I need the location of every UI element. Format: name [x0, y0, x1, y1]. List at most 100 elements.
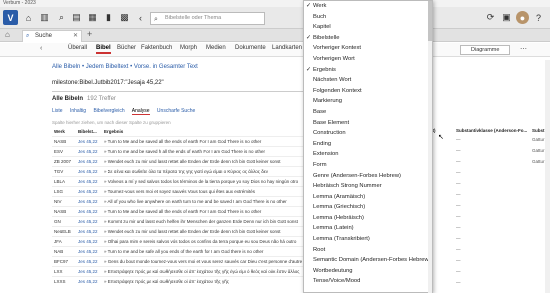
back-icon[interactable]: ‹: [134, 11, 147, 24]
sync-icon[interactable]: ⟳: [484, 11, 497, 24]
column-header-reference[interactable]: Bibelst...: [76, 128, 102, 136]
app-logo-icon[interactable]: V: [3, 10, 18, 25]
menu-item[interactable]: Vorheriger Kontext: [304, 43, 432, 54]
cell-reference[interactable]: Jes 45,22: [76, 275, 102, 286]
menu-scroll-thumb[interactable]: [428, 1, 432, 41]
category-documents[interactable]: Dokumente: [235, 45, 266, 51]
table-row[interactable]: ESV Jes 45,22» Turn to me and be saved h …: [52, 145, 322, 156]
menu-item[interactable]: Hebräisch Strong Nummer: [304, 181, 432, 192]
diagrams-button[interactable]: Diagramme: [460, 45, 510, 55]
cell-reference[interactable]: Jes 45,22: [76, 155, 102, 166]
menu-item[interactable]: Genre (Andersen-Forbes Hebrew): [304, 171, 432, 182]
view-tab-inline[interactable]: Inhaltig: [70, 108, 86, 114]
column-header-noun-class[interactable]: Substantivklasse (Anderson-Fo...: [456, 128, 527, 133]
cell-reference[interactable]: Jes 45,22: [76, 195, 102, 206]
table-row[interactable]: NASB Jes 45,22» Turn to Me and be saved a…: [52, 135, 322, 146]
menu-item[interactable]: Nächsten Wort: [304, 75, 432, 86]
column-header-result[interactable]: Ergebnis: [102, 128, 322, 136]
menu-item[interactable]: ✓ Bibelstelle: [304, 33, 432, 44]
table-row[interactable]: LXX Jes 45,22» Επιστράφητε πρός με καὶ σω…: [52, 265, 322, 276]
cell-work[interactable]: NASB: [52, 135, 76, 146]
table-row[interactable]: ZB 2007 Jes 45,22» Wendet euch zu mir und…: [52, 155, 322, 166]
guides-icon[interactable]: ▤: [70, 11, 83, 24]
view-tab-analysis[interactable]: Analyse: [131, 108, 150, 115]
tools-icon[interactable]: ▩: [118, 11, 131, 24]
home-icon[interactable]: ⌂: [22, 11, 35, 24]
menu-item[interactable]: Markierung: [304, 96, 432, 107]
menu-item[interactable]: Form: [304, 160, 432, 171]
menu-item[interactable]: Lemma (Latein): [304, 223, 432, 234]
table-row[interactable]: NeüELB Jes 45,22» Wendet euch zu mir und …: [52, 225, 322, 236]
category-media[interactable]: Medien: [206, 45, 226, 51]
cell-reference[interactable]: Jes 45,22: [76, 265, 102, 276]
cell-reference[interactable]: Jes 45,22: [76, 215, 102, 226]
cell-work[interactable]: ZB 2007: [52, 155, 76, 166]
menu-item[interactable]: Base Element: [304, 118, 432, 129]
table-row[interactable]: NAB Jes 45,22» Turn to me and be safe all…: [52, 245, 322, 256]
search-scope-breadcrumb[interactable]: Alle Bibeln • Jedem Bibeltext • Vorse. i…: [52, 64, 198, 70]
menu-item[interactable]: Lemma (Transkribiert): [304, 234, 432, 245]
cell-work[interactable]: LBLA: [52, 175, 76, 186]
cell-reference[interactable]: Jes 45,22: [76, 135, 102, 146]
cell-work[interactable]: LSG: [52, 185, 76, 196]
results-scrollbar[interactable]: [545, 60, 550, 293]
category-books[interactable]: Bücher: [117, 45, 136, 51]
cell-reference[interactable]: Jes 45,22: [76, 225, 102, 236]
tab-close-icon[interactable]: ✕: [73, 31, 78, 42]
table-row[interactable]: GN Jes 45,22» Kommt zu mir und lasst euch…: [52, 215, 322, 226]
cell-work[interactable]: NAB: [52, 245, 76, 256]
menu-item[interactable]: Construction: [304, 128, 432, 139]
cell-reference[interactable]: Jes 45,22: [76, 235, 102, 246]
menu-item[interactable]: Lemma (Hebräisch): [304, 213, 432, 224]
column-header-subst[interactable]: Subst: [532, 128, 545, 133]
menu-item[interactable]: Folgenden Kontext: [304, 86, 432, 97]
tab-search[interactable]: ⌕ Suche ✕: [22, 30, 82, 42]
add-tab-icon[interactable]: +: [87, 29, 92, 39]
help-icon[interactable]: ?: [532, 11, 545, 24]
cell-work[interactable]: NASB: [52, 205, 76, 216]
table-row[interactable]: LBLA Jes 45,22» Volveos a mí y sed salvos…: [52, 175, 322, 186]
category-morph[interactable]: Morph: [180, 45, 197, 51]
documents-icon[interactable]: ▦: [86, 11, 99, 24]
cell-work[interactable]: LXX: [52, 265, 76, 276]
table-row[interactable]: NIV Jes 45,22» All of you who live anywhe…: [52, 195, 322, 206]
menu-scrollbar[interactable]: [428, 1, 432, 293]
menu-item[interactable]: ✓ Werk: [304, 1, 432, 12]
view-tab-compare[interactable]: Bibelvergleich: [93, 108, 124, 114]
table-row[interactable]: JFA Jes 45,22» Olhai para mim e sereis sa…: [52, 235, 322, 246]
layouts-icon[interactable]: ▣: [500, 11, 513, 24]
cell-reference[interactable]: Jes 45,22: [76, 145, 102, 156]
toolbar-search-input[interactable]: ⌕ Bibelstelle oder Thema: [150, 12, 265, 25]
cell-reference[interactable]: Jes 45,22: [76, 175, 102, 186]
menu-item[interactable]: Extension: [304, 149, 432, 160]
category-bible[interactable]: Bibel: [96, 45, 111, 54]
cell-reference[interactable]: Jes 45,22: [76, 205, 102, 216]
category-maps[interactable]: Landkarten: [272, 45, 302, 51]
cell-work[interactable]: BFC97: [52, 255, 76, 266]
cell-work[interactable]: GN: [52, 215, 76, 226]
menu-item[interactable]: ✓ Ergebnis: [304, 65, 432, 76]
view-tab-fuzzy[interactable]: Unscharfe Suche: [157, 108, 195, 114]
cell-work[interactable]: NeüELB: [52, 225, 76, 236]
table-row[interactable]: NASB Jes 45,22» Turn to Me and be saved a…: [52, 205, 322, 216]
menu-item[interactable]: Ending: [304, 139, 432, 150]
search-icon[interactable]: ⌕: [55, 11, 68, 24]
column-header-work[interactable]: Werk: [52, 128, 76, 136]
cell-reference[interactable]: Jes 45,22: [76, 255, 102, 266]
cell-reference[interactable]: Jes 45,22: [76, 245, 102, 256]
cell-work[interactable]: TGV: [52, 165, 76, 176]
category-factbook[interactable]: Faktenbuch: [141, 45, 172, 51]
category-everywhere[interactable]: Überall: [68, 45, 87, 51]
cell-work[interactable]: NIV: [52, 195, 76, 206]
menu-item[interactable]: Lemma (Aramäisch): [304, 192, 432, 203]
cell-work[interactable]: JFA: [52, 235, 76, 246]
table-row[interactable]: BFC97 Jes 45,22» Gens du bout monde tourn…: [52, 255, 322, 266]
table-row[interactable]: LSG Jes 45,22» Tournez-vous vers moi et s…: [52, 185, 322, 196]
cell-reference[interactable]: Jes 45,22: [76, 165, 102, 176]
table-row[interactable]: LXXS Jes 45,22» Επιστράφητε πρός με καὶ σ…: [52, 275, 322, 286]
menu-item[interactable]: Wortbedeutung: [304, 266, 432, 277]
menu-item[interactable]: Semantic Domain (Andersen-Forbes Hebrew): [304, 255, 432, 266]
view-tab-list[interactable]: Liste: [52, 108, 63, 114]
cell-work[interactable]: LXXS: [52, 275, 76, 286]
cell-reference[interactable]: Jes 45,22: [76, 185, 102, 196]
